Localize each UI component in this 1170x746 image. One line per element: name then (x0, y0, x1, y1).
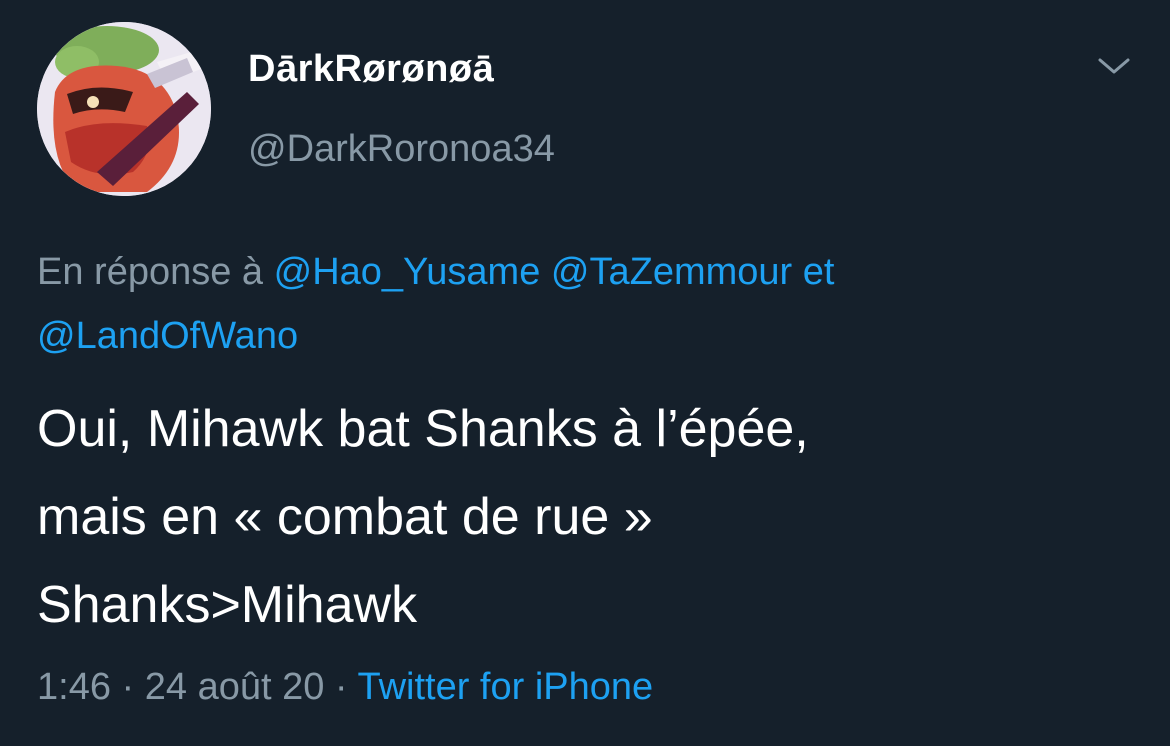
mention-link-landofwano[interactable]: @LandOfWano (37, 315, 298, 357)
reply-context: En réponse à @Hao_Yusame @TaZemmour et @… (37, 240, 1117, 368)
mention-link-hao-yusame[interactable]: @Hao_Yusame (274, 251, 541, 293)
tweet-card: DārkRørønøā @DarkRoronoa34 En réponse à … (0, 0, 1170, 746)
meta-separator-2: · (334, 666, 348, 708)
reply-conjunction: et (802, 251, 835, 293)
tweet-source-link[interactable]: Twitter for iPhone (357, 666, 653, 708)
profile-avatar[interactable] (37, 22, 211, 196)
tweet-text-line-1: Oui, Mihawk bat Shanks à l’épée, (37, 400, 809, 458)
tweet-meta: 1:46 · 24 août 20 · Twitter for iPhone (37, 666, 653, 709)
meta-separator-1: · (121, 666, 135, 708)
chevron-down-icon[interactable] (1094, 52, 1134, 80)
mention-link-tazemmour[interactable]: @TaZemmour (551, 251, 792, 293)
reply-prefix: En réponse à (37, 251, 264, 293)
tweet-text-line-2: mais en « combat de rue » (37, 488, 653, 546)
tweet-text: Oui, Mihawk bat Shanks à l’épée, mais en… (37, 385, 1137, 649)
tweet-date[interactable]: 24 août 20 (145, 666, 325, 708)
user-handle[interactable]: @DarkRoronoa34 (248, 128, 555, 171)
display-name[interactable]: DārkRørønøā (248, 48, 494, 91)
avatar-illustration (37, 22, 211, 196)
tweet-text-line-3: Shanks>Mihawk (37, 576, 418, 634)
tweet-time[interactable]: 1:46 (37, 666, 111, 708)
